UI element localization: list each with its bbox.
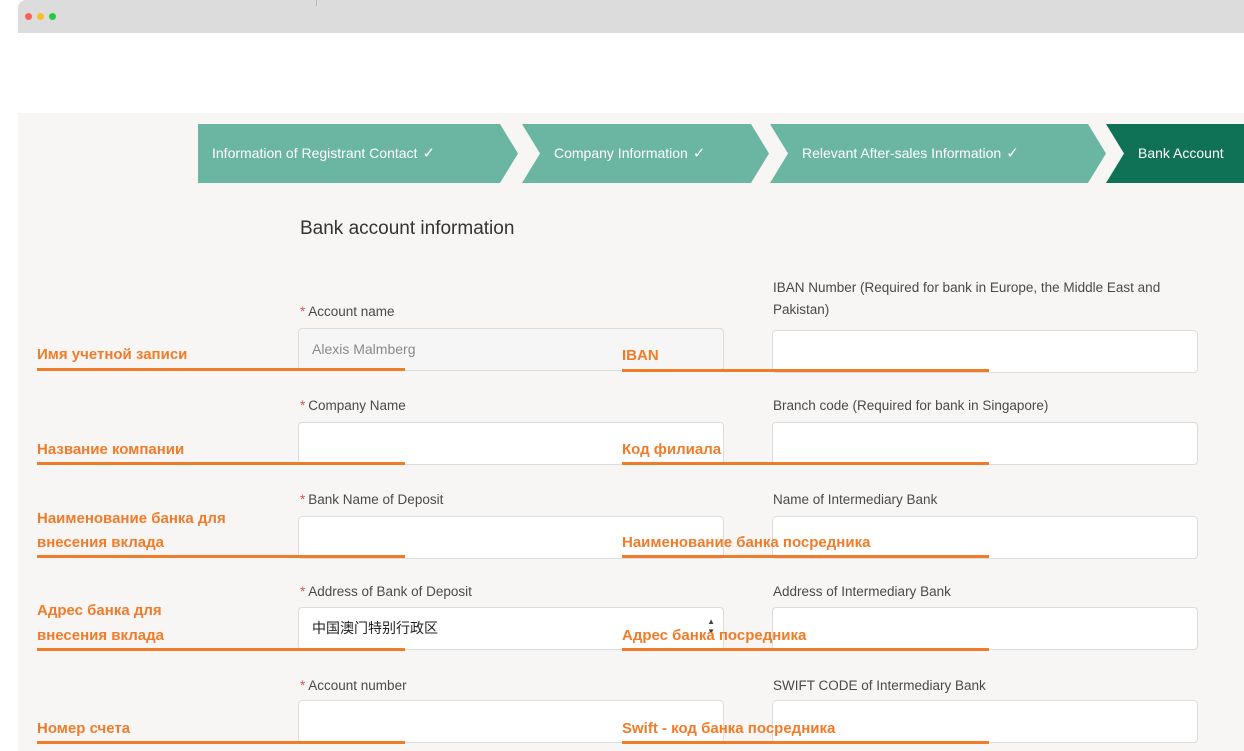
- step-label: Information of Registrant Contact: [212, 145, 418, 161]
- annotation-underline: [622, 555, 989, 558]
- step-bank-account[interactable]: Bank Account: [1106, 124, 1244, 183]
- annotation-company-name: Название компании: [37, 441, 185, 458]
- intermediary-bank-name-label: Name of Intermediary Bank: [773, 492, 938, 507]
- required-mark: *: [300, 304, 306, 319]
- bank-address-label: * Address of Bank of Deposit: [300, 584, 472, 599]
- annotation-bank-name-line1: Наименование банка для: [37, 510, 226, 527]
- close-dot[interactable]: [25, 13, 32, 20]
- required-mark: *: [300, 492, 306, 507]
- branch-code-label: Branch code (Required for bank in Singap…: [773, 398, 1049, 413]
- annotation-intermediary-bank-name: Наименование банка посредника: [622, 534, 871, 551]
- intermediary-swift-input[interactable]: [772, 700, 1198, 743]
- step-label: Relevant After-sales Information: [802, 145, 1002, 161]
- account-name-input[interactable]: Alexis Malmberg: [298, 328, 724, 371]
- annotation-bank-name-line2: внесения вклада: [37, 534, 164, 551]
- checkmark-icon: ✓: [422, 145, 436, 162]
- required-mark: *: [300, 678, 306, 693]
- annotation-account-number: Номер счета: [37, 720, 131, 737]
- iban-label: IBAN Number (Required for bank in Europe…: [773, 280, 1161, 317]
- required-mark: *: [300, 584, 306, 599]
- page-title: Bank account information: [300, 218, 515, 239]
- annotation-underline: [37, 741, 405, 744]
- step-after-sales-information[interactable]: Relevant After-sales Information ✓: [770, 124, 1106, 183]
- maximize-dot[interactable]: [49, 13, 56, 20]
- annotation-bank-address-line2: внесения вклада: [37, 627, 164, 644]
- annotation-underline: [622, 462, 989, 465]
- iban-input[interactable]: [772, 330, 1198, 373]
- step-label: Bank Account: [1138, 145, 1224, 161]
- annotation-intermediary-swift: Swift - код банка посредника: [622, 720, 836, 737]
- annotation-underline: [37, 648, 405, 651]
- annotation-account-name: Имя учетной записи: [37, 346, 188, 363]
- annotation-iban: IBAN: [622, 347, 659, 364]
- step-company-information[interactable]: Company Information ✓: [522, 124, 769, 183]
- annotation-underline: [622, 741, 989, 744]
- screenshot: Information of Registrant Contact ✓ Compa…: [0, 0, 1244, 751]
- required-mark: *: [300, 398, 306, 413]
- annotation-bank-address-line1: Адрес банка для: [37, 602, 162, 619]
- account-name-label: * Account name: [300, 304, 395, 319]
- minimize-dot[interactable]: [37, 13, 44, 20]
- company-name-label: * Company Name: [300, 398, 406, 413]
- step-label: Company Information: [554, 145, 688, 161]
- registration-page: Information of Registrant Contact ✓ Compa…: [18, 113, 1244, 751]
- checkmark-icon: ✓: [1006, 145, 1019, 162]
- annotation-intermediary-bank-address: Адрес банка посредника: [622, 627, 807, 644]
- bank-address-value: 中国澳门特别行政区: [312, 620, 438, 636]
- checkmark-icon: ✓: [692, 145, 706, 162]
- step-registrant-contact[interactable]: Information of Registrant Contact ✓: [198, 124, 518, 183]
- annotation-underline: [622, 648, 989, 651]
- annotation-underline: [37, 368, 405, 371]
- annotation-underline: [622, 369, 989, 372]
- tab-divider: [316, 0, 317, 6]
- annotation-underline: [37, 555, 405, 558]
- intermediary-bank-address-input[interactable]: [772, 607, 1198, 650]
- account-number-label: * Account number: [300, 678, 407, 693]
- bank-name-label: * Bank Name of Deposit: [300, 492, 444, 507]
- annotation-underline: [37, 462, 405, 465]
- intermediary-bank-address-label: Address of Intermediary Bank: [773, 584, 951, 599]
- annotation-branch-code: Код филиала: [622, 441, 722, 458]
- browser-title-bar: [18, 0, 1244, 33]
- intermediary-swift-label: SWIFT CODE of Intermediary Bank: [773, 678, 986, 693]
- branch-code-input[interactable]: [772, 422, 1198, 465]
